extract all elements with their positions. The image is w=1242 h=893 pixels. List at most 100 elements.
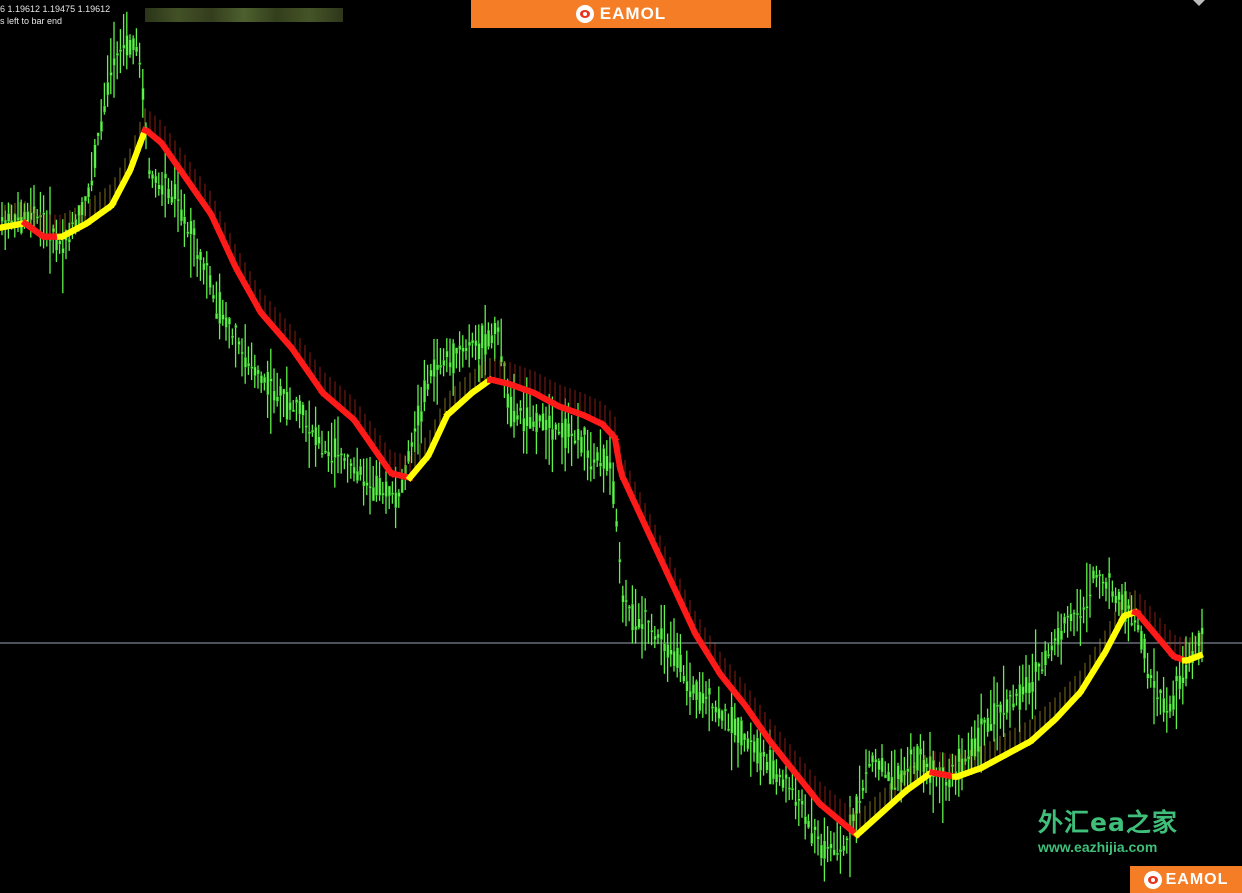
candle-body [1012,703,1015,708]
brand-banner-top: EAMOL [471,0,771,28]
candle-body [173,183,177,200]
candle-body [368,485,372,489]
candle-body [87,187,91,198]
candle-body [752,741,756,754]
candle-body [106,82,110,96]
candle-body [1015,693,1019,697]
candle-body [301,404,305,416]
candle-body [1146,673,1150,679]
candle-body [67,239,71,243]
bar-timer-text: s left to bar end [0,16,63,26]
candle-body [471,339,474,344]
candle-body [58,240,62,245]
candle-body [740,720,743,746]
candle-body [1002,712,1006,716]
candle-body [1184,664,1188,680]
candle-body [1104,581,1108,590]
candle-body [240,351,244,355]
candle-body [711,706,715,709]
candle-body [263,376,266,384]
candle-body [676,647,679,669]
candle-body [221,314,225,320]
candle-body [147,169,151,175]
candle-body [138,62,142,65]
candle-body [660,627,663,640]
candle-body [218,291,222,324]
candle-body [871,755,875,763]
candle-body [461,347,465,352]
candle-body [948,779,951,788]
candle-body [618,559,622,563]
candle-body [1066,615,1070,618]
candle-body [602,448,606,470]
candle-body [1088,594,1092,597]
candle-body [131,37,135,51]
candle-body [522,417,526,432]
candle-body [195,254,199,260]
candle-body [391,492,394,495]
candle-body [1082,607,1086,610]
candle-body [800,800,804,805]
brand-logo-text: EAMOL [1165,870,1229,888]
candle-body [672,650,676,667]
candle-body [647,620,651,623]
candle-body [1056,627,1060,646]
candle-body [1008,694,1012,697]
candle-body [186,231,190,234]
candle-body [288,402,292,411]
candle-body [688,690,692,698]
candle-body [1181,677,1185,684]
candle-body [1171,695,1175,710]
candle-body [896,765,900,780]
watermark-cn-text: 外汇ea之家 [1038,808,1178,837]
candle-body [778,774,782,778]
candle-body [1085,606,1089,609]
price-bars [0,11,1204,882]
candle-body [887,771,891,782]
candle-body [845,838,849,841]
candle-body [346,454,350,458]
candle-body [519,407,523,412]
candle-body [423,379,426,403]
candle-body [448,362,452,368]
candle-body [199,251,202,261]
candle-body [685,680,689,692]
candle-body [292,409,295,412]
candle-body [333,438,337,458]
candle-body [820,844,823,859]
candle-body [1165,710,1169,714]
candle-body [599,462,603,467]
candle-body [663,643,667,652]
candle-body [458,345,462,350]
candle-body [311,429,314,433]
candle-body [260,375,263,384]
price-chart [0,11,1242,882]
candle-body [115,53,119,56]
candle-body [420,411,423,422]
candle-body [163,173,167,179]
candle-body [1024,676,1028,694]
candle-body [852,813,855,822]
candle-body [170,196,174,203]
candle-body [250,366,254,369]
ohlc-readout: 6 1.19612 1.19475 1.19612 [0,4,111,14]
ma-segment-up [1193,651,1204,661]
candle-body [573,440,577,444]
candle-body [1037,663,1041,667]
candle-body [560,422,564,438]
chart-shift-arrow-icon[interactable] [1193,0,1205,6]
candle-body [480,325,484,349]
candle-body [314,426,318,446]
candle-body [381,492,385,496]
candle-body [980,718,983,725]
candle-body [388,485,391,497]
candle-body [621,595,625,603]
candle-body [1031,681,1035,693]
candle-body [909,749,913,755]
candle-body [61,248,65,254]
candle-body [234,325,238,328]
candle-body [167,188,170,199]
candle-body [176,198,180,202]
candle-body [528,416,532,429]
candle-body [103,105,107,113]
